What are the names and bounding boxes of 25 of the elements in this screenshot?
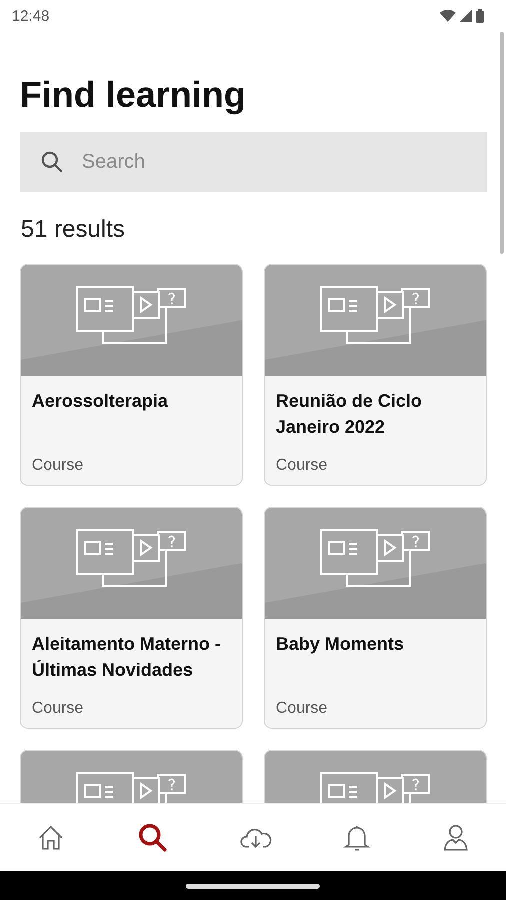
- page-title: Find learning: [20, 74, 248, 116]
- card-type: Course: [32, 700, 85, 718]
- card-type: Course: [276, 700, 329, 718]
- card-title: Baby Moments: [276, 633, 406, 656]
- course-card[interactable]: Aerossolterapia Course: [20, 264, 243, 486]
- search-icon: [40, 150, 64, 174]
- card-type: Course: [32, 457, 85, 475]
- search-icon: [136, 822, 169, 854]
- results-count: 51 results: [21, 216, 126, 244]
- status-time: 12:48: [12, 8, 50, 24]
- search-input[interactable]: Search: [82, 150, 467, 174]
- card-title: Aleitamento Materno - Últimas Novidades: [32, 633, 222, 682]
- battery-icon: [476, 9, 484, 23]
- wifi-icon: [440, 10, 456, 22]
- course-card[interactable]: Baby Moments Course: [264, 507, 487, 729]
- scrollbar[interactable]: [500, 32, 504, 254]
- card-title: Reunião de Ciclo Janeiro 2022: [276, 390, 424, 439]
- profile-icon: [442, 822, 470, 852]
- signal-icon: [460, 10, 472, 22]
- gesture-handle[interactable]: [186, 884, 320, 888]
- search-field[interactable]: Search: [20, 132, 487, 192]
- course-card[interactable]: Reunião de Ciclo Janeiro 2022 Course: [264, 264, 487, 486]
- card-type: Course: [276, 457, 329, 475]
- card-title: Aerossolterapia: [32, 390, 170, 413]
- course-card[interactable]: Aleitamento Materno - Últimas Novidades Course: [20, 507, 243, 729]
